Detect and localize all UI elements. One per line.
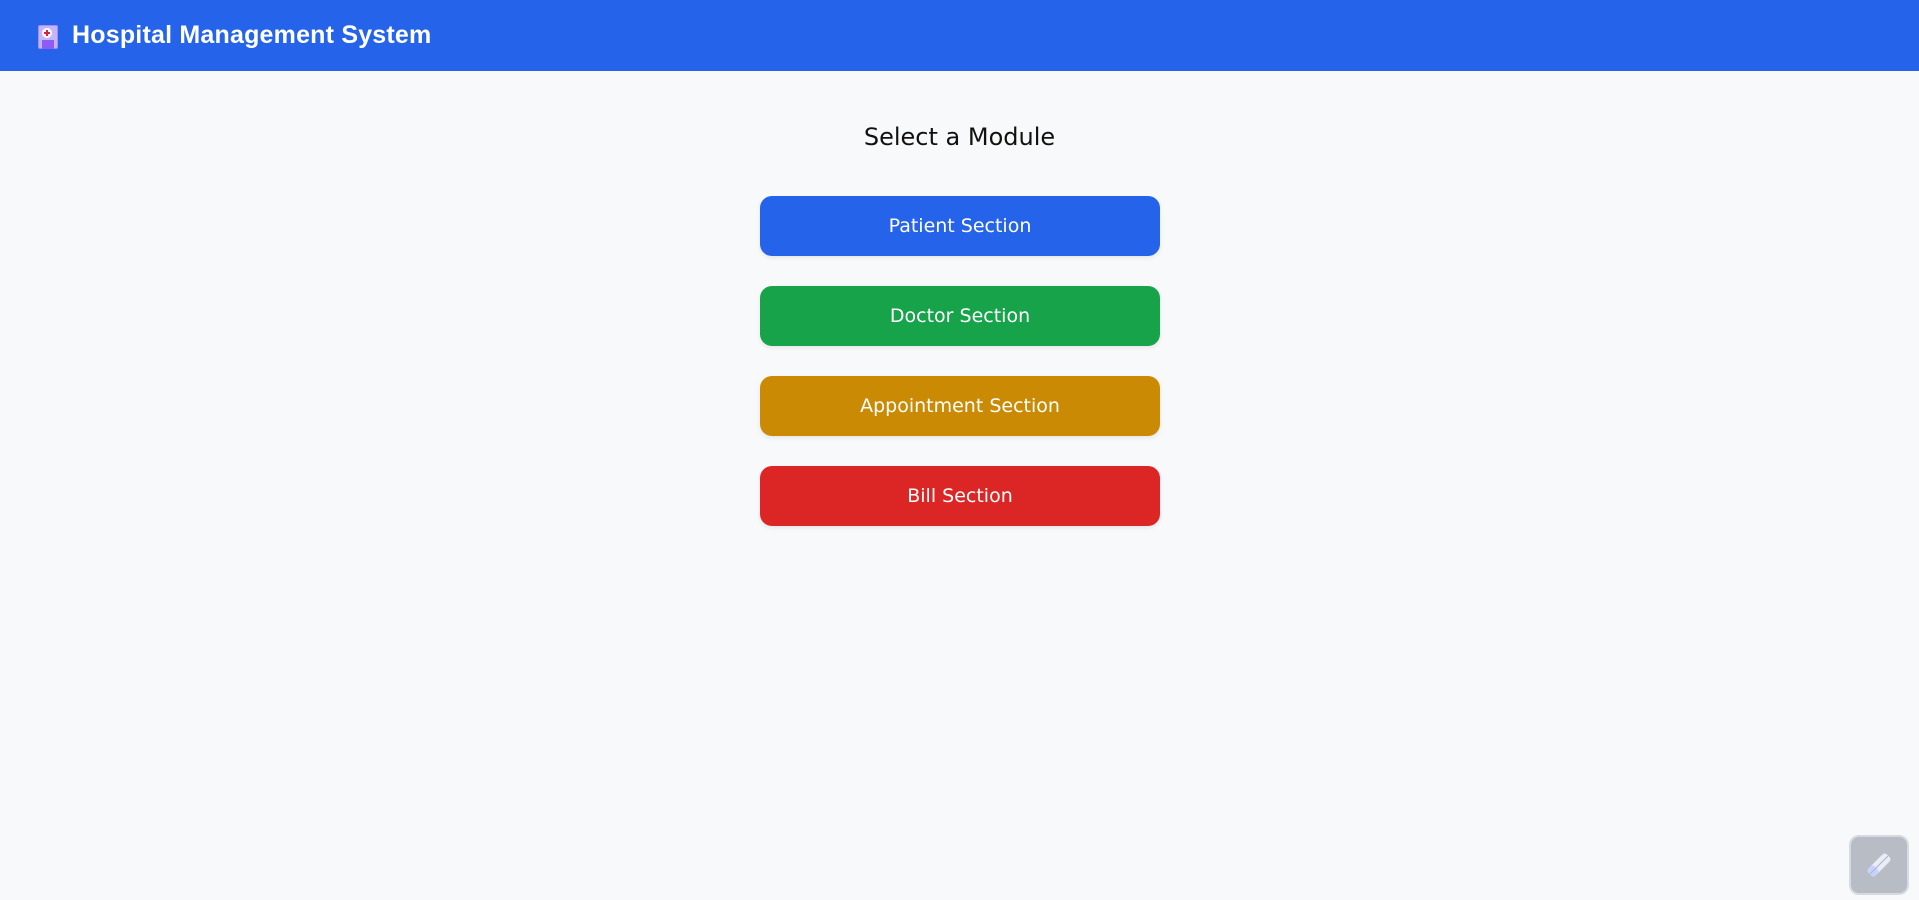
hospital-icon xyxy=(36,22,60,50)
app-header: Hospital Management System xyxy=(0,0,1919,71)
floating-widget-button[interactable] xyxy=(1849,835,1909,895)
patient-section-button[interactable]: Patient Section xyxy=(760,196,1160,256)
page-title: Select a Module xyxy=(863,123,1056,151)
app-title: Hospital Management System xyxy=(72,21,432,49)
bill-section-button[interactable]: Bill Section xyxy=(760,466,1160,526)
doctor-section-button[interactable]: Doctor Section xyxy=(760,286,1160,346)
appointment-section-button[interactable]: Appointment Section xyxy=(760,376,1160,436)
pencil-icon xyxy=(1867,853,1891,877)
module-selection-panel: Select a Module Patient Section Doctor S… xyxy=(0,71,1919,900)
